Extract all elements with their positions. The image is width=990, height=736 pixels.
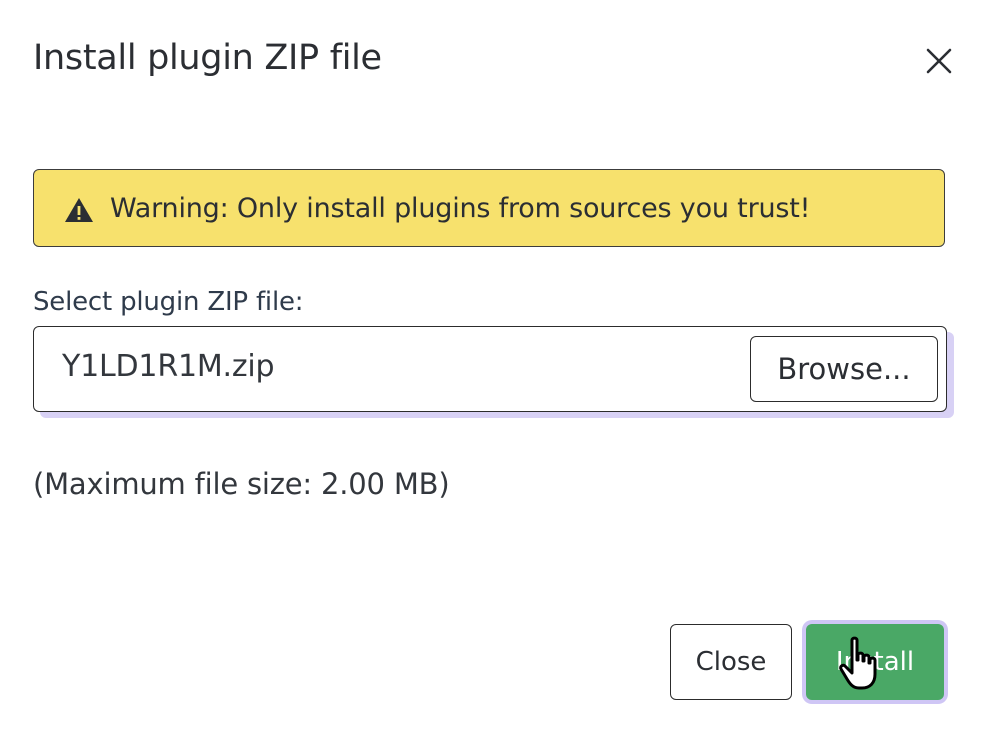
dialog-title: Install plugin ZIP file — [33, 38, 382, 78]
warning-triangle-icon — [65, 198, 93, 222]
install-button[interactable]: Install — [806, 624, 944, 700]
max-file-size-note: (Maximum file size: 2.00 MB) — [33, 467, 450, 501]
close-button[interactable]: Close — [670, 624, 792, 700]
browse-button[interactable]: Browse... — [750, 336, 938, 402]
warning-banner: Warning: Only install plugins from sourc… — [33, 169, 945, 247]
install-plugin-dialog: Install plugin ZIP file Warning: Only in… — [0, 0, 990, 736]
file-input[interactable]: Y1LD1R1M.zip Browse... — [33, 326, 947, 412]
warning-text: Warning: Only install plugins from sourc… — [110, 192, 811, 224]
file-select-label: Select plugin ZIP file: — [33, 287, 304, 317]
close-icon[interactable] — [918, 40, 960, 82]
selected-file-name: Y1LD1R1M.zip — [62, 349, 275, 384]
